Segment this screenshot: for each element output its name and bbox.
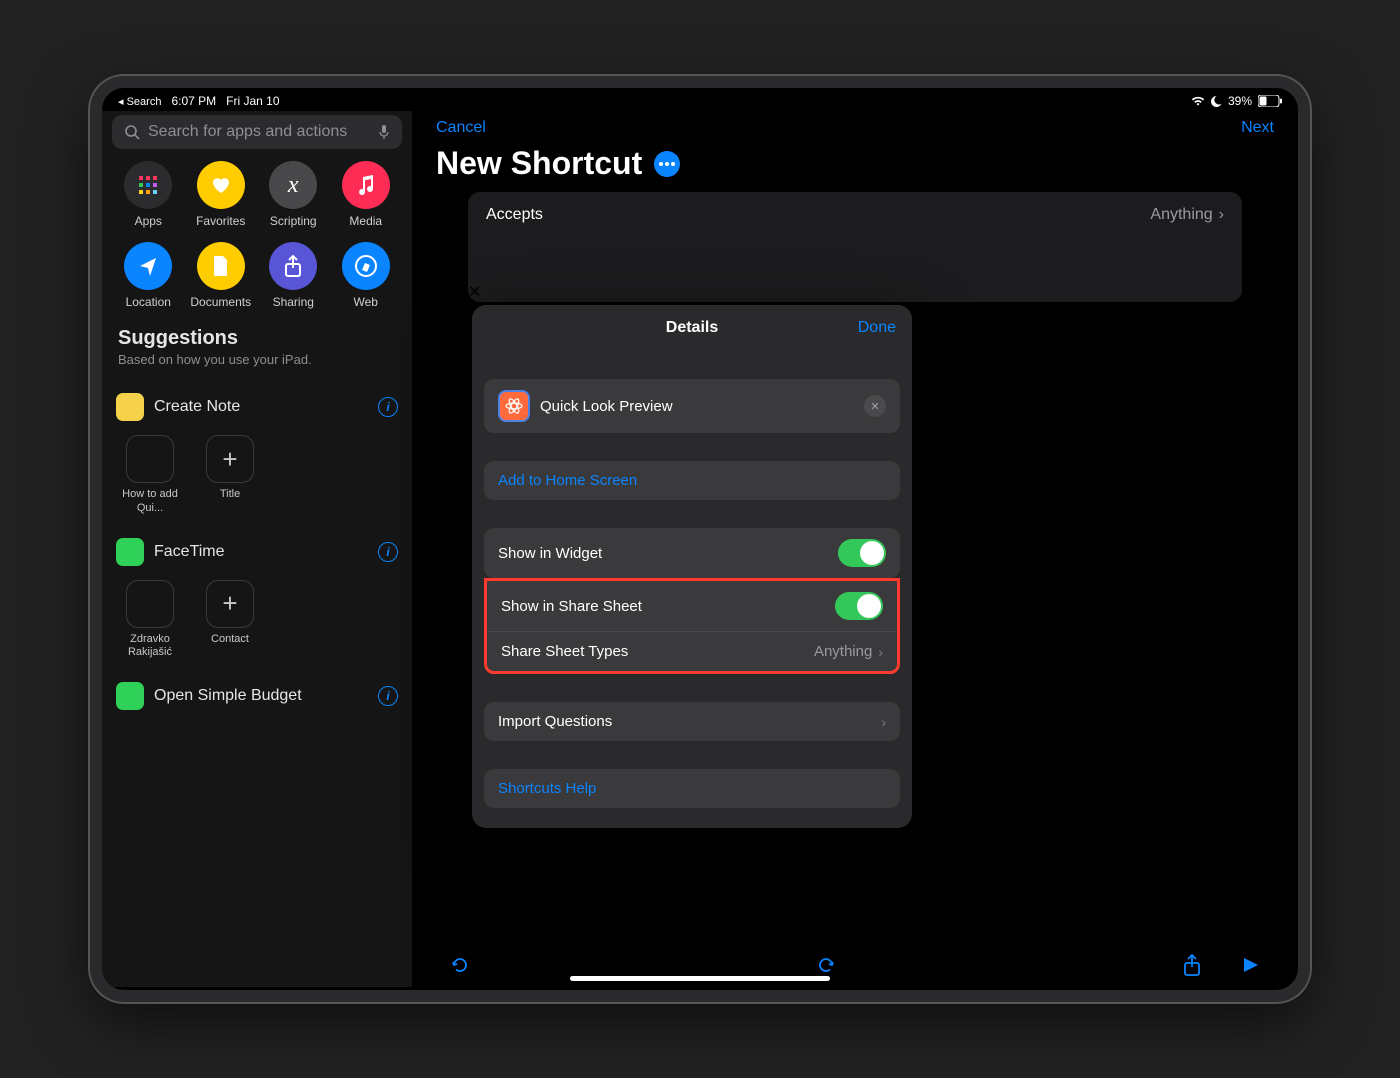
search-input[interactable]	[148, 123, 370, 141]
shortcut-name-field[interactable]: Quick Look Preview	[540, 398, 854, 415]
suggestion-tile[interactable]: Zdravko Rakijašić	[116, 580, 184, 661]
app-icon	[116, 393, 144, 421]
play-button[interactable]	[1238, 953, 1262, 977]
shortcut-title: New Shortcut	[436, 145, 642, 182]
app-icon	[116, 538, 144, 566]
home-indicator[interactable]	[570, 976, 830, 981]
share-sheet-types-row[interactable]: Share Sheet Types Anything ›	[487, 631, 897, 671]
details-popover: Details Done Quick Look Preview ✕ Add t	[472, 305, 912, 828]
info-button[interactable]: i	[378, 686, 398, 706]
battery-percent: 39%	[1228, 94, 1252, 108]
back-to-search[interactable]: ◂ Search	[118, 95, 161, 108]
status-date: Fri Jan 10	[226, 94, 279, 108]
action-accepts-block[interactable]: Accepts Anything › ✕	[468, 192, 1242, 302]
status-bar: ◂ Search 6:07 PM Fri Jan 10 39%	[102, 88, 1298, 111]
search-input-container[interactable]	[112, 115, 402, 149]
chevron-right-icon: ›	[881, 714, 886, 730]
status-time: 6:07 PM	[171, 94, 216, 108]
action-value: Anything	[1150, 206, 1212, 224]
chevron-right-icon: ›	[1219, 206, 1224, 224]
category-favorites[interactable]: Favorites	[185, 161, 258, 228]
app-icon	[116, 682, 144, 710]
delete-action-button[interactable]: ✕	[468, 282, 1242, 302]
undo-button[interactable]	[448, 953, 472, 977]
import-questions-row[interactable]: Import Questions ›	[484, 702, 900, 741]
suggestion-open-simple-budget[interactable]: Open Simple Budget i	[112, 676, 402, 716]
share-button[interactable]	[1180, 953, 1204, 977]
category-media[interactable]: Media	[330, 161, 403, 228]
info-button[interactable]: i	[378, 397, 398, 417]
more-button[interactable]	[654, 151, 680, 177]
show-in-widget-toggle[interactable]	[838, 539, 886, 567]
suggestion-create-note[interactable]: Create Note i	[112, 387, 402, 427]
category-scripting[interactable]: xScripting	[257, 161, 330, 228]
redo-button[interactable]	[814, 953, 838, 977]
wifi-icon	[1191, 96, 1205, 106]
category-web[interactable]: Web	[330, 242, 403, 309]
suggestions-subtitle: Based on how you use your iPad.	[118, 352, 396, 367]
editor-toolbar	[432, 943, 1278, 987]
editor-topbar: Cancel Next	[432, 111, 1278, 143]
search-icon	[124, 124, 140, 140]
category-grid: AppsFavoritesxScriptingMedia LocationDocu…	[112, 161, 402, 309]
show-in-share-sheet-row: Show in Share Sheet	[487, 581, 897, 631]
show-in-widget-row: Show in Widget	[484, 528, 900, 578]
suggestion-tile[interactable]: +Title	[196, 435, 264, 516]
category-documents[interactable]: Documents	[185, 242, 258, 309]
mic-icon[interactable]	[378, 124, 390, 140]
shortcut-name-cell[interactable]: Quick Look Preview ✕	[484, 379, 900, 433]
category-location[interactable]: Location	[112, 242, 185, 309]
battery-icon	[1258, 95, 1282, 107]
action-key: Accepts	[486, 206, 543, 224]
cancel-button[interactable]: Cancel	[436, 119, 486, 137]
chevron-right-icon: ›	[878, 644, 883, 660]
done-button[interactable]: Done	[858, 319, 896, 337]
add-to-home-screen[interactable]: Add to Home Screen	[484, 461, 900, 500]
popover-title: Details	[666, 319, 718, 337]
suggestion-tile[interactable]: +Contact	[196, 580, 264, 661]
info-button[interactable]: i	[378, 542, 398, 562]
suggestion-facetime[interactable]: FaceTime i	[112, 532, 402, 572]
next-button[interactable]: Next	[1241, 119, 1274, 137]
suggestions-header: Suggestions Based on how you use your iP…	[112, 325, 402, 371]
shortcuts-help-row[interactable]: Shortcuts Help	[484, 769, 900, 808]
clear-name-button[interactable]: ✕	[864, 395, 886, 417]
suggestion-tile[interactable]: How to add Qui...	[116, 435, 184, 516]
show-in-share-sheet-toggle[interactable]	[835, 592, 883, 620]
dnd-moon-icon	[1211, 96, 1222, 107]
shortcut-icon[interactable]	[498, 390, 530, 422]
suggestions-title: Suggestions	[118, 327, 396, 350]
category-sharing[interactable]: Sharing	[257, 242, 330, 309]
category-apps[interactable]: Apps	[112, 161, 185, 228]
action-library-sidebar: AppsFavoritesxScriptingMedia LocationDocu…	[102, 111, 412, 987]
